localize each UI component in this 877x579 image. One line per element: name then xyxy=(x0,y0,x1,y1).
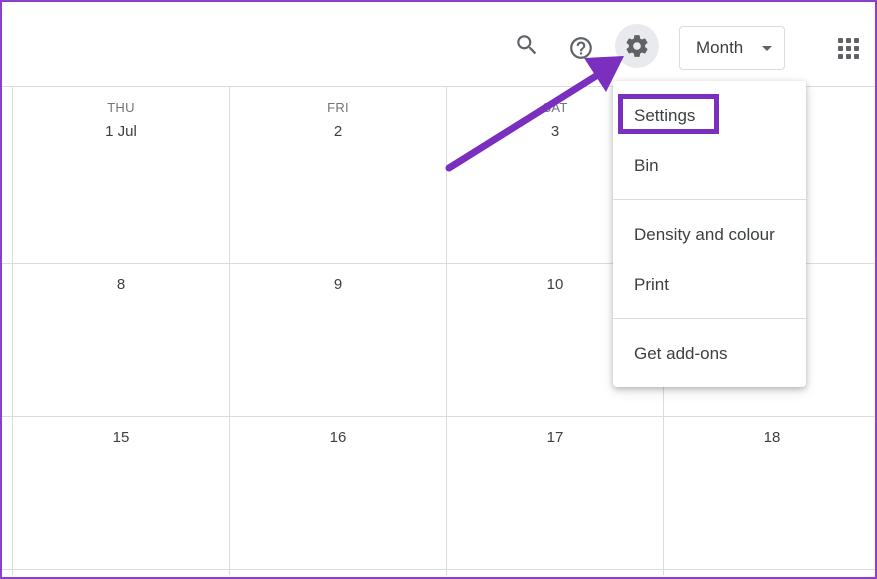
apps-grid-icon xyxy=(837,37,859,59)
grid-line xyxy=(2,416,875,417)
grid-line xyxy=(2,569,875,570)
day-of-week-label: FRI xyxy=(327,100,349,115)
grid-line xyxy=(446,86,447,575)
day-cell-date[interactable]: 18 xyxy=(664,429,877,446)
menu-divider xyxy=(613,199,806,200)
menu-item-density-and-colour[interactable]: Density and colour xyxy=(613,213,806,257)
dropdown-caret-icon xyxy=(762,46,772,51)
day-cell-date[interactable]: 1 Jul xyxy=(13,123,229,140)
day-cell-date[interactable]: 9 xyxy=(230,276,446,293)
day-of-week-label: THU xyxy=(107,100,135,115)
google-apps-button[interactable] xyxy=(826,26,870,70)
grid-line xyxy=(12,86,13,575)
search-icon xyxy=(517,35,537,55)
calendar-header: Month xyxy=(2,2,875,86)
day-cell-date[interactable]: 15 xyxy=(13,429,229,446)
day-cell-date[interactable]: 8 xyxy=(13,276,229,293)
help-icon xyxy=(570,37,592,59)
menu-divider xyxy=(613,318,806,319)
day-cell-date[interactable]: 2 xyxy=(230,123,446,140)
settings-button[interactable] xyxy=(615,24,659,68)
view-selector-dropdown[interactable]: Month xyxy=(679,26,785,70)
view-selector-label: Month xyxy=(696,38,744,57)
settings-menu: Settings Bin Density and colour Print Ge… xyxy=(613,81,806,387)
search-button[interactable] xyxy=(505,23,549,67)
help-button[interactable] xyxy=(559,26,603,70)
menu-item-bin[interactable]: Bin xyxy=(613,144,806,188)
settings-gear-icon xyxy=(626,35,648,57)
grid-line xyxy=(229,86,230,575)
menu-item-print[interactable]: Print xyxy=(613,263,806,307)
day-cell-date[interactable]: 16 xyxy=(230,429,446,446)
menu-item-settings[interactable]: Settings xyxy=(613,94,806,138)
day-cell-date[interactable]: 17 xyxy=(447,429,663,446)
menu-item-get-add-ons[interactable]: Get add-ons xyxy=(613,332,806,376)
